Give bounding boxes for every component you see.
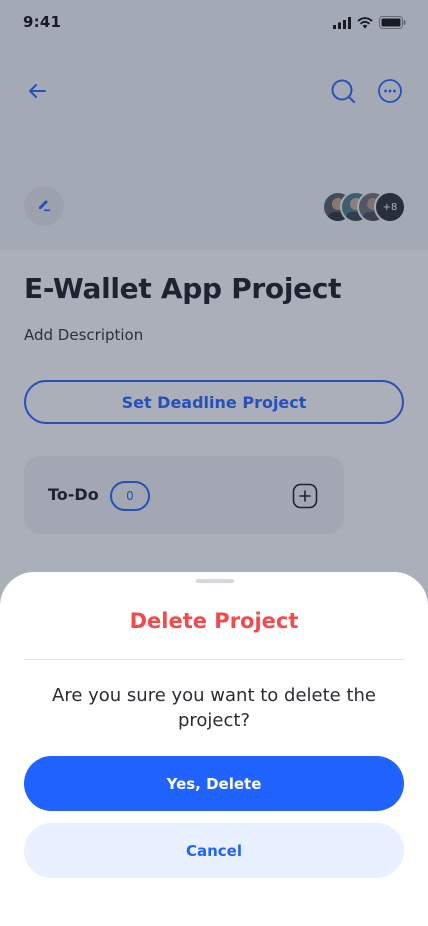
divider <box>24 659 404 660</box>
sheet-drag-handle[interactable] <box>196 579 234 583</box>
confirm-message: Are you sure you want to delete the proj… <box>52 685 376 731</box>
project-screen: 9:41 +8 E-Wallet App Project Add Descrip… <box>0 0 428 926</box>
cancel-button[interactable]: Cancel <box>24 823 404 878</box>
confirm-delete-button[interactable]: Yes, Delete <box>24 756 404 811</box>
sheet-title: Delete Project <box>129 609 299 633</box>
delete-project-sheet: Delete Project Are you sure you want to … <box>0 572 428 926</box>
